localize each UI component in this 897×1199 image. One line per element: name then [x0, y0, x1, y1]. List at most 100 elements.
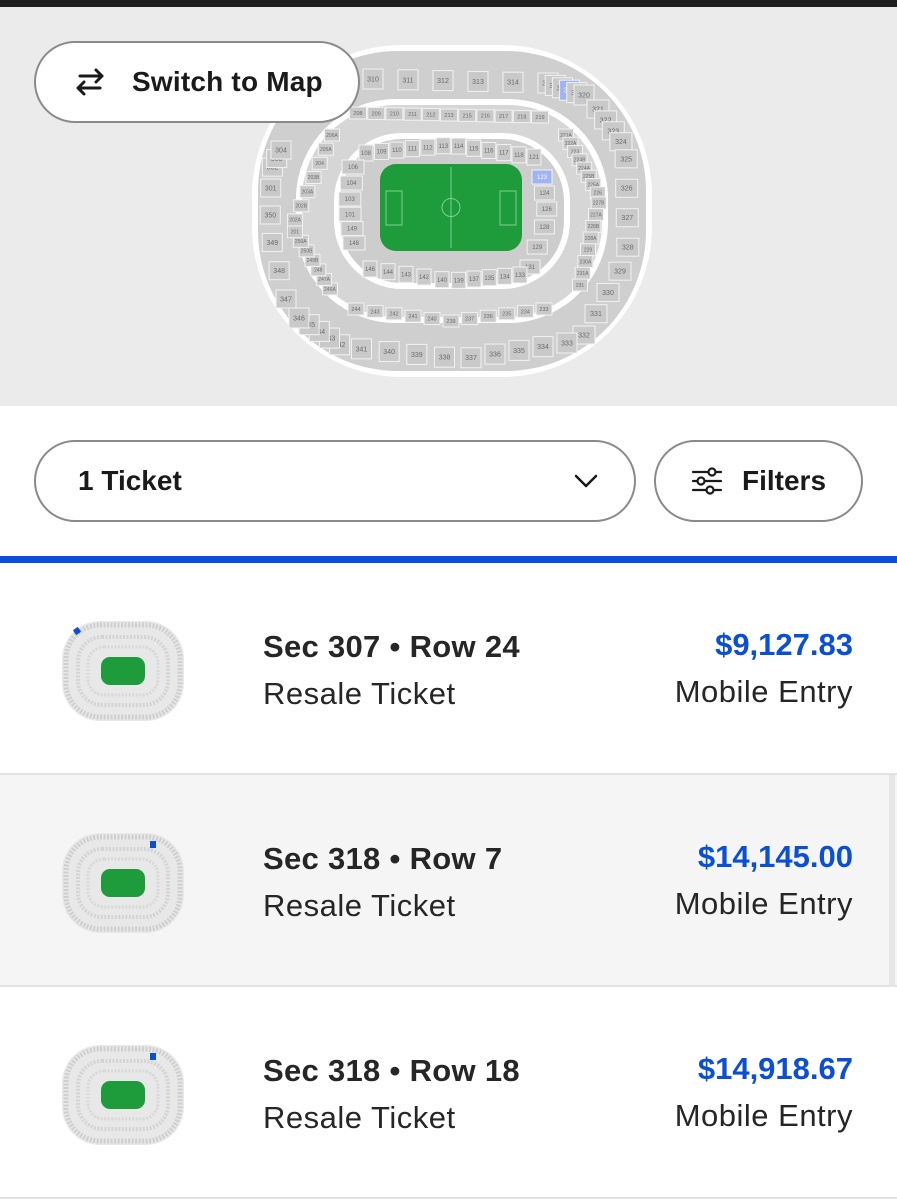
- scrollbar[interactable]: [889, 775, 895, 987]
- section-label: 113: [438, 144, 448, 150]
- section-label: 216: [481, 114, 490, 120]
- section-label: 330: [602, 290, 614, 297]
- section-label: 248: [314, 268, 323, 274]
- listing-type: Resale Ticket: [263, 1100, 456, 1135]
- section-thumbnail: [62, 621, 184, 721]
- section-label: 249B: [307, 258, 319, 264]
- thumb-field: [101, 657, 145, 685]
- section-label: 206A: [326, 133, 338, 139]
- section-label: 210: [390, 112, 399, 118]
- section-label: 142: [419, 275, 430, 281]
- section-label: 203B: [308, 175, 320, 181]
- section-label: 338: [439, 355, 451, 362]
- section-label: 237: [465, 317, 474, 323]
- section-label: 246A: [324, 287, 336, 293]
- section-label: 230A: [579, 259, 591, 265]
- section-label: 104: [346, 181, 357, 187]
- section-label: 227A: [590, 212, 602, 218]
- listing-price: $9,127.83: [715, 627, 853, 662]
- section-label: 227B: [593, 201, 605, 207]
- section-label: 325: [620, 156, 632, 163]
- filters-button[interactable]: Filters: [654, 440, 863, 522]
- section-label: 310: [367, 76, 379, 83]
- section-label: 226: [594, 191, 603, 197]
- section-label: 236: [484, 314, 493, 320]
- section-label: 144: [383, 270, 394, 276]
- section-label: 218: [517, 115, 526, 121]
- section-label: 350: [264, 212, 276, 219]
- section-label: 347: [280, 296, 292, 303]
- section-label: 112: [423, 145, 433, 151]
- listing-row[interactable]: Sec 318 • Row 18 Resale Ticket $14,918.6…: [0, 987, 897, 1199]
- section-label: 228A: [585, 236, 597, 242]
- section-thumbnail: [62, 1045, 184, 1145]
- section-label: 114: [454, 144, 464, 150]
- section-label: 139: [454, 278, 465, 284]
- sliders-icon: [691, 467, 723, 495]
- switch-to-map-button[interactable]: Switch to Map: [34, 41, 360, 123]
- section-label: 231: [576, 283, 585, 289]
- status-bar-edge: [0, 0, 897, 7]
- section-label: 201: [291, 230, 300, 236]
- listing-type: Resale Ticket: [263, 888, 456, 923]
- section-label: 239: [446, 319, 455, 325]
- section-label: 349: [266, 240, 278, 247]
- section-label: 312: [437, 78, 449, 85]
- section-thumbnail: [62, 833, 184, 933]
- section-label: 219: [535, 115, 544, 121]
- listing-price: $14,918.67: [697, 1051, 853, 1086]
- section-label: 311: [402, 77, 413, 84]
- section-label: 126: [542, 207, 553, 213]
- section-label: 133: [515, 273, 526, 279]
- section-label: 326: [621, 186, 633, 193]
- swap-arrows-icon: [76, 68, 104, 96]
- thumb-section-marker: [150, 1053, 156, 1060]
- section-label: 348: [273, 268, 285, 275]
- section-label: 117: [499, 151, 509, 157]
- section-label: 336: [489, 352, 501, 359]
- section-label: 118: [514, 153, 524, 159]
- section-label: 327: [621, 215, 633, 222]
- section-label: 339: [411, 352, 423, 359]
- section-label: 148: [349, 241, 360, 247]
- section-label: 241: [408, 314, 417, 320]
- listing-row[interactable]: Sec 318 • Row 7 Resale Ticket $14,145.00…: [0, 775, 897, 987]
- seat-map-panel[interactable]: 3103113123133143153163173183193203213223…: [0, 7, 897, 406]
- section-label: 108: [361, 151, 372, 157]
- section-label: 137: [469, 277, 480, 283]
- section-label: 244: [351, 307, 360, 313]
- section-label: 116: [484, 149, 494, 155]
- section-label: 212: [426, 113, 435, 119]
- section-label: 228B: [587, 224, 599, 230]
- section-label: 329: [614, 269, 626, 276]
- ticket-quantity-value: 1 Ticket: [78, 465, 182, 496]
- listing-controls: 1 Ticket Filters: [0, 406, 897, 556]
- section-label: 129: [532, 245, 543, 251]
- section-label: 314: [507, 80, 519, 87]
- listing-entry: Mobile Entry: [674, 674, 853, 709]
- thumb-field: [101, 1081, 145, 1109]
- section-label: 106: [348, 165, 359, 171]
- section-label: 313: [472, 79, 484, 86]
- section-label: 121: [529, 155, 540, 161]
- section-label: 340: [383, 349, 395, 356]
- section-label: 205A: [320, 147, 332, 153]
- section-label: 247A: [318, 277, 330, 283]
- section-label: 204: [316, 161, 325, 167]
- section-label: 324: [615, 139, 627, 146]
- section-label: 242: [389, 312, 398, 318]
- section-label: 335: [513, 348, 525, 355]
- section-label: 341: [356, 346, 368, 353]
- listings-divider: [0, 556, 897, 563]
- listing-row[interactable]: Sec 307 • Row 24 Resale Ticket $9,127.83…: [0, 563, 897, 775]
- listing-seat: Sec 307 • Row 24: [263, 629, 520, 664]
- ticket-quantity-select[interactable]: 1 Ticket: [34, 440, 636, 522]
- section-label: 143: [401, 272, 412, 278]
- section-label: 202B: [295, 204, 307, 210]
- section-label: 243: [370, 309, 379, 315]
- thumb-section-marker: [150, 841, 156, 848]
- section-label: 213: [444, 113, 453, 119]
- listing-entry: Mobile Entry: [674, 886, 853, 921]
- section-label: 135: [484, 276, 495, 282]
- section-label: 301: [265, 185, 277, 192]
